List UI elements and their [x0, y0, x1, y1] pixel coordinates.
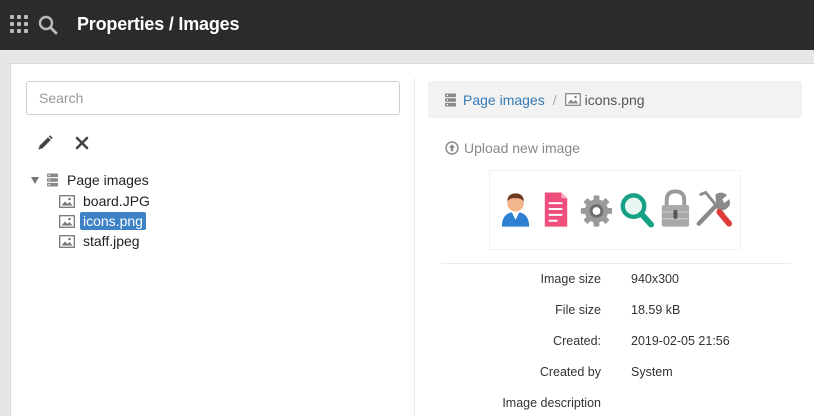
tree-item-label: board.JPG — [83, 193, 150, 209]
page-title: Properties / Images — [77, 14, 240, 34]
tree-item-board[interactable]: board.JPG — [59, 192, 153, 210]
app-grid-icon[interactable] — [10, 15, 28, 33]
server-icon — [445, 93, 456, 106]
tree-item-label: staff.jpeg — [83, 233, 140, 249]
gear-icon — [580, 195, 613, 227]
image-file-icon — [59, 214, 75, 228]
upload-image-button[interactable]: Upload new image — [445, 140, 580, 156]
upload-circle-icon — [445, 141, 459, 155]
server-icon — [47, 173, 58, 187]
image-file-icon — [59, 234, 75, 248]
detail-value-created: 2019-02-05 21:56 — [631, 334, 730, 348]
search-input[interactable] — [26, 81, 400, 115]
top-bar: Properties / Images — [0, 0, 814, 50]
upload-label: Upload new image — [464, 140, 580, 156]
user-icon — [501, 193, 530, 227]
breadcrumb: Page images / icons.png — [428, 81, 802, 118]
detail-value-image-size: 940x300 — [631, 272, 679, 286]
tree-root-label: Page images — [67, 172, 149, 188]
caret-down-icon[interactable] — [31, 176, 39, 184]
image-file-icon — [59, 194, 75, 208]
tree-item-icons[interactable]: icons.png — [59, 212, 146, 230]
magnifier-icon — [620, 193, 654, 228]
close-icon[interactable] — [73, 134, 91, 152]
tree-item-label: icons.png — [80, 212, 146, 230]
pencil-icon[interactable] — [36, 134, 54, 152]
document-icon — [544, 192, 568, 227]
tree-root[interactable]: Page images — [31, 171, 149, 189]
detail-value-created-by: System — [631, 365, 673, 379]
details-divider — [441, 263, 791, 264]
tree-item-staff[interactable]: staff.jpeg — [59, 232, 143, 250]
search-icon[interactable] — [37, 14, 59, 36]
main-panel: Page images board.JPG icons.png — [10, 63, 814, 416]
breadcrumb-root-link[interactable]: Page images — [463, 92, 545, 108]
detail-label-created: Created: — [553, 334, 601, 348]
lock-icon — [661, 189, 690, 227]
image-file-icon — [564, 93, 581, 106]
detail-label-created-by: Created by — [539, 365, 601, 379]
detail-value-file-size: 18.59 kB — [631, 303, 681, 317]
detail-label-file-size: File size — [555, 303, 601, 317]
breadcrumb-separator: / — [552, 91, 557, 108]
detail-label-image-size: Image size — [540, 272, 601, 286]
tools-icon — [696, 190, 732, 227]
image-preview — [489, 170, 741, 250]
detail-label-image-description: Image description — [502, 396, 601, 410]
breadcrumb-current: icons.png — [584, 91, 645, 108]
